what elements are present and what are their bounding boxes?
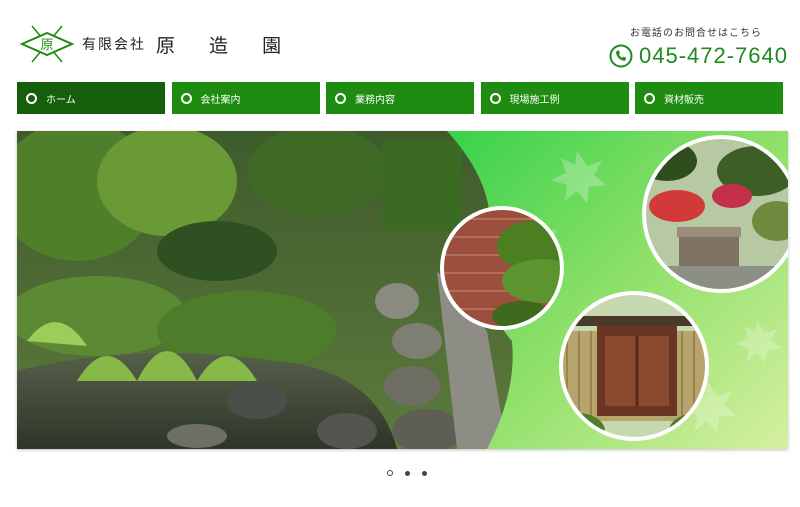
phone-link[interactable]: 045-472-7640 (609, 43, 788, 69)
slider-dot-1[interactable] (387, 470, 393, 476)
company-type: 有限会社 (82, 37, 146, 53)
contact-note: お電話のお問合せはこちら (630, 28, 762, 39)
slider-pagination (381, 470, 433, 476)
hero-slider[interactable] (17, 131, 788, 449)
nav-bullet-icon (489, 92, 501, 104)
phone-icon (609, 44, 633, 68)
nav-item-home[interactable]: ホーム (17, 82, 165, 114)
logo-diamond-icon: 原 (18, 24, 76, 64)
nav-item-works[interactable]: 現場施工例 (480, 82, 629, 114)
main-nav: ホーム 会社案内 業務内容 現場施工例 資材販売 (17, 82, 783, 114)
nav-item-company[interactable]: 会社案内 (171, 82, 320, 114)
nav-bullet-icon (180, 92, 192, 104)
contact-block: お電話のお問合せはこちら 045-472-7640 (609, 24, 788, 69)
slider-dot-2[interactable] (405, 470, 410, 476)
nav-bullet-icon (644, 92, 655, 104)
nav-bullet-icon (26, 92, 37, 104)
nav-item-label: ホーム (46, 94, 76, 106)
nav-item-label: 資材販売 (664, 94, 704, 106)
nav-item-label: 業務内容 (355, 94, 395, 106)
nav-bullet-icon (335, 92, 346, 104)
nav-item-materials[interactable]: 資材販売 (635, 82, 783, 114)
company-name: 原 造 園 (156, 34, 296, 57)
nav-item-services[interactable]: 業務内容 (326, 82, 474, 114)
phone-number[interactable]: 045-472-7640 (639, 43, 788, 69)
nav-item-label: 現場施工例 (509, 94, 560, 106)
company-logo[interactable]: 原 有限会社 原 造 園 (18, 24, 295, 64)
slider-dot-3[interactable] (422, 470, 427, 476)
nav-item-label: 会社案内 (200, 94, 241, 106)
logo-mark-char: 原 (40, 38, 53, 53)
